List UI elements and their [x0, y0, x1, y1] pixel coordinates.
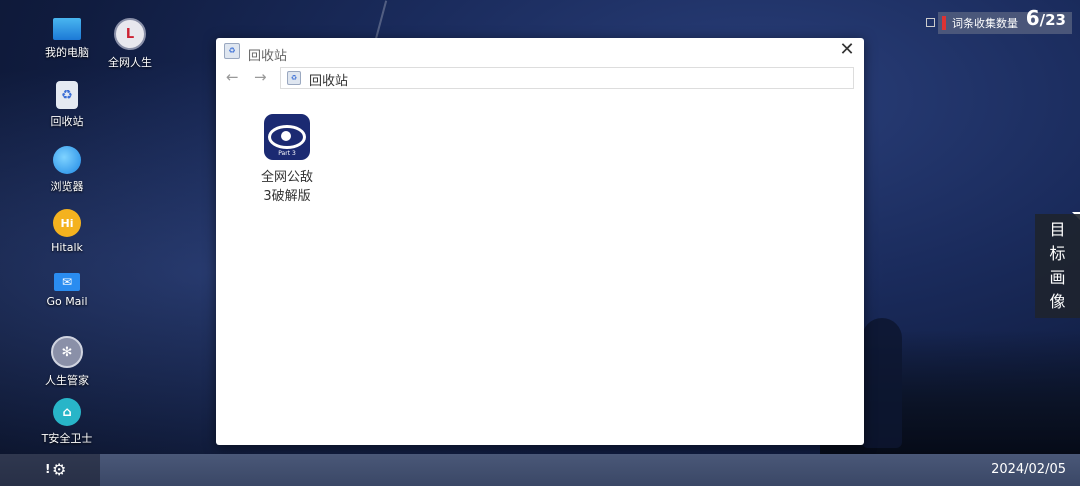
side-panel-char: 标: [1049, 244, 1066, 263]
recycle-bin-icon: ♻: [56, 81, 78, 109]
taskbar: ! ⚙ 2024/02/05: [0, 454, 1080, 486]
eye-app-icon: Part 3: [264, 114, 310, 160]
window-titlebar[interactable]: ♻ 回收站 ✕: [216, 38, 864, 64]
desktop-icon-recycle-bin[interactable]: ♻ 回收站: [35, 81, 99, 129]
eye-pupil: [281, 131, 291, 141]
mail-icon: ✉: [54, 273, 80, 291]
counter-label: 词条收集数量: [952, 17, 1018, 30]
butler-icon: ✻: [51, 336, 83, 368]
recycle-bin-icon: ♻: [224, 43, 240, 59]
alert-icon: !: [45, 462, 51, 476]
hitalk-icon: Hi: [53, 209, 81, 237]
file-icon-badge: Part 3: [278, 150, 296, 157]
close-button[interactable]: ✕: [836, 40, 858, 62]
gear-icon[interactable]: ⚙: [52, 460, 66, 479]
navigation-bar: ← → ♻ 回收站: [216, 66, 864, 90]
counter-value: 6/23: [1026, 6, 1066, 30]
monitor-icon: [53, 18, 81, 40]
back-button[interactable]: ←: [226, 68, 239, 86]
shield-icon: ⌂: [53, 398, 81, 426]
file-name: 全网公敌 3破解版: [261, 168, 313, 206]
file-name-line2: 3破解版: [263, 189, 311, 204]
window-title: 回收站: [248, 49, 288, 64]
recycle-bin-window: ♻ 回收站 ✕ ← → ♻ 回收站 Part 3 全网公敌 3破解版: [216, 38, 864, 445]
desktop-icon-browser[interactable]: 浏览器: [35, 146, 99, 194]
counter-total: /23: [1039, 11, 1066, 29]
app-logo-icon: L: [114, 18, 146, 50]
recycle-bin-icon: ♻: [287, 71, 301, 85]
desktop-icon-label: Hitalk: [51, 241, 83, 254]
side-panel-char: 画: [1049, 268, 1066, 287]
desktop-icon-label: 回收站: [50, 115, 84, 128]
counter-accent-bar: [942, 16, 946, 30]
desktop-icon-go-mail[interactable]: ✉ Go Mail: [35, 273, 99, 308]
desktop-icon-label: Go Mail: [46, 295, 88, 308]
checkbox-icon[interactable]: [926, 18, 935, 27]
file-name-line1: 全网公敌: [260, 170, 313, 185]
target-profile-panel[interactable]: 目 标 画 像: [1035, 214, 1080, 318]
counter-current: 6: [1025, 6, 1040, 30]
desktop-icon-my-computer[interactable]: 我的电脑: [35, 18, 99, 60]
desktop-icon-label: 人生管家: [45, 374, 89, 387]
forward-button[interactable]: →: [254, 68, 267, 86]
address-text: 回收站: [309, 74, 349, 89]
desktop-icon-label: 全网人生: [108, 56, 152, 69]
side-panel-char: 目: [1049, 220, 1066, 239]
desktop-icon-quanwang-rensheng[interactable]: L 全网人生: [98, 18, 162, 70]
wallpaper-figure: [862, 318, 902, 448]
start-area[interactable]: ! ⚙: [0, 454, 100, 486]
desktop-icon-label: 我的电脑: [45, 46, 89, 59]
globe-icon: [53, 146, 81, 174]
eye-shape: [268, 125, 306, 149]
side-panel-char: 像: [1049, 292, 1066, 311]
desktop-icon-life-butler[interactable]: ✻ 人生管家: [35, 336, 99, 388]
desktop-icon-t-security[interactable]: ⌂ T安全卫士: [35, 398, 99, 446]
desktop-icon-hitalk[interactable]: Hi Hitalk: [35, 209, 99, 254]
address-bar[interactable]: ♻ 回收站: [280, 67, 854, 89]
file-item[interactable]: Part 3 全网公敌 3破解版: [256, 114, 318, 206]
desktop-icon-label: 浏览器: [50, 180, 84, 193]
taskbar-date: 2024/02/05: [991, 462, 1066, 477]
desktop-icon-label: T安全卫士: [41, 432, 93, 445]
collection-counter: 词条收集数量 6/23: [938, 6, 1072, 34]
